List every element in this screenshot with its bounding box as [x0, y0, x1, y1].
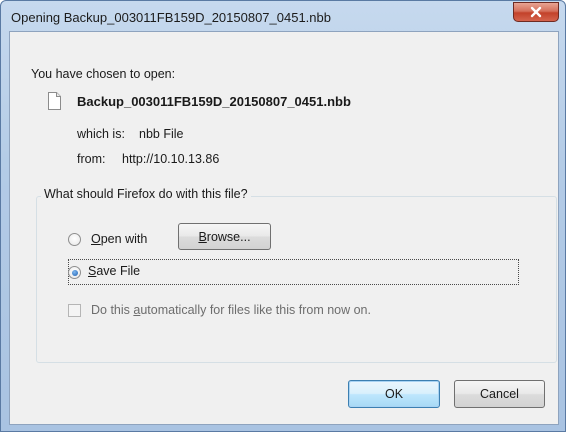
close-icon	[530, 6, 542, 18]
auto-label-pre: Do this	[91, 303, 134, 317]
window-title: Opening Backup_003011FB159D_20150807_045…	[11, 10, 331, 25]
save-file-radio[interactable]	[68, 266, 81, 279]
browse-accel: B	[198, 229, 207, 244]
which-is-value: nbb File	[139, 127, 184, 141]
browse-label-post: rowse...	[206, 229, 251, 244]
browse-button[interactable]: Browse...	[178, 223, 271, 250]
open-with-radio[interactable]	[68, 233, 81, 246]
dialog-window: Opening Backup_003011FB159D_20150807_045…	[0, 0, 566, 432]
file-icon	[48, 92, 61, 110]
save-file-label[interactable]: Save File	[88, 264, 140, 278]
open-with-label-post: pen with	[100, 232, 148, 246]
open-with-accel: O	[91, 232, 101, 246]
intro-text: You have chosen to open:	[31, 67, 176, 81]
auto-checkbox[interactable]	[68, 304, 81, 317]
which-is-label: which is:	[77, 127, 125, 141]
title-bar[interactable]: Opening Backup_003011FB159D_20150807_045…	[1, 1, 565, 33]
close-button[interactable]	[513, 2, 559, 22]
from-label: from:	[77, 152, 106, 166]
group-title: What should Firefox do with this file?	[41, 187, 251, 201]
cancel-button[interactable]: Cancel	[454, 380, 545, 408]
ok-button[interactable]: OK	[348, 380, 440, 408]
open-with-label[interactable]: Open with	[91, 232, 147, 246]
file-name: Backup_003011FB159D_20150807_0451.nbb	[77, 94, 351, 109]
auto-label-post: utomatically for files like this from no…	[140, 303, 371, 317]
auto-checkbox-label[interactable]: Do this automatically for files like thi…	[91, 303, 371, 317]
from-value: http://10.10.13.86	[122, 152, 220, 166]
save-file-label-post: ave File	[96, 264, 141, 278]
